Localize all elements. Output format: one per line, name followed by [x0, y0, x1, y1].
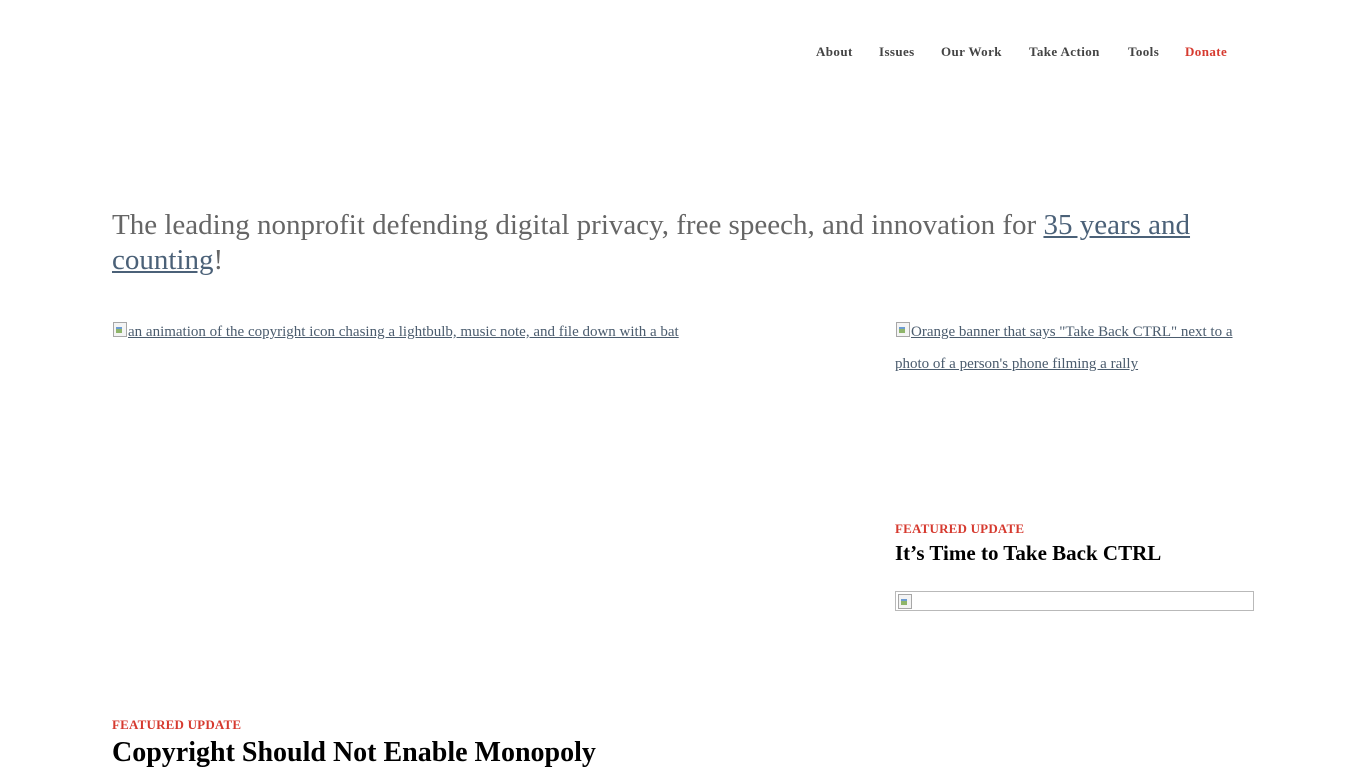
hero-image-link[interactable]: an animation of the copyright icon chasi… [112, 316, 832, 348]
sidebar-image-link[interactable]: Orange banner that says "Take Back CTRL"… [895, 316, 1255, 380]
sidebar-secondary-image[interactable] [895, 591, 1254, 611]
hero-headline[interactable]: Copyright Should Not Enable Monopoly [112, 736, 596, 768]
sidebar-featured-label: FEATURED UPDATE [895, 521, 1025, 536]
broken-image-icon [895, 321, 911, 337]
nav-item-tools[interactable]: Tools [1128, 43, 1159, 61]
hero-featured-label: FEATURED UPDATE [112, 717, 242, 732]
nav-item-take-action[interactable]: Take Action [1029, 43, 1100, 61]
broken-image-icon [897, 593, 913, 609]
nav-item-our-work[interactable]: Our Work [941, 43, 1002, 61]
broken-image-icon [112, 321, 128, 337]
mission-tagline: The leading nonprofit defending digital … [112, 208, 1242, 278]
tagline-punctuation: ! [213, 244, 224, 276]
sidebar-headline[interactable]: It’s Time to Take Back CTRL [895, 541, 1161, 565]
top-navigation: About Issues Our Work Take Action Tools … [0, 43, 1366, 61]
nav-item-donate[interactable]: Donate [1185, 43, 1227, 61]
tagline-text: The leading nonprofit defending digital … [112, 209, 1044, 241]
nav-item-about[interactable]: About [816, 43, 853, 61]
hero-image-alt: an animation of the copyright icon chasi… [128, 324, 679, 340]
sidebar-image-alt: Orange banner that says "Take Back CTRL"… [895, 324, 1233, 372]
nav-item-issues[interactable]: Issues [879, 43, 915, 61]
